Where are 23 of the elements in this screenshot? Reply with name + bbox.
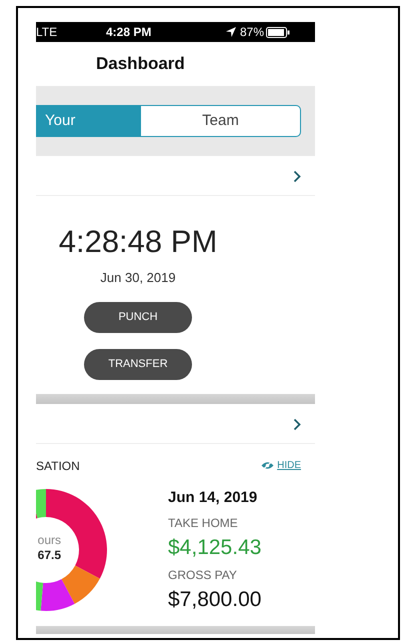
clock-action-button[interactable]: TRANSFER	[84, 348, 192, 380]
battery-icon	[266, 26, 290, 38]
take-home-label: TAKE HOME	[168, 514, 239, 532]
clock-date: Jun 30, 2019	[100, 269, 176, 287]
gross-pay-label: GROSS PAY	[168, 566, 238, 584]
battery-percent: 87%	[240, 24, 264, 41]
clock-time: 4:28:48 PM	[58, 223, 218, 261]
carrier-label: LTE	[36, 24, 58, 41]
chevron-right-icon[interactable]	[293, 170, 301, 183]
eye-slash-icon	[261, 461, 274, 470]
pay-date: Jun 14, 2019	[168, 488, 258, 508]
location-arrow-icon	[226, 27, 236, 37]
gross-pay-amount: $7,800.00	[168, 588, 262, 612]
take-home-amount: $4,125.43	[168, 536, 262, 560]
page-title: Dashboard	[96, 53, 185, 76]
clock-action-button[interactable]: PUNCH	[84, 302, 192, 332]
chart-center-label: ours	[38, 532, 61, 546]
chevron-right-icon[interactable]	[293, 418, 301, 430]
status-time: 4:28 PM	[106, 24, 152, 41]
segment-tab[interactable]: Team	[140, 105, 301, 137]
section-title: SATION	[36, 458, 80, 474]
chart-center-value: 67.5	[38, 546, 61, 562]
hide-link[interactable]: HIDE	[261, 458, 301, 473]
